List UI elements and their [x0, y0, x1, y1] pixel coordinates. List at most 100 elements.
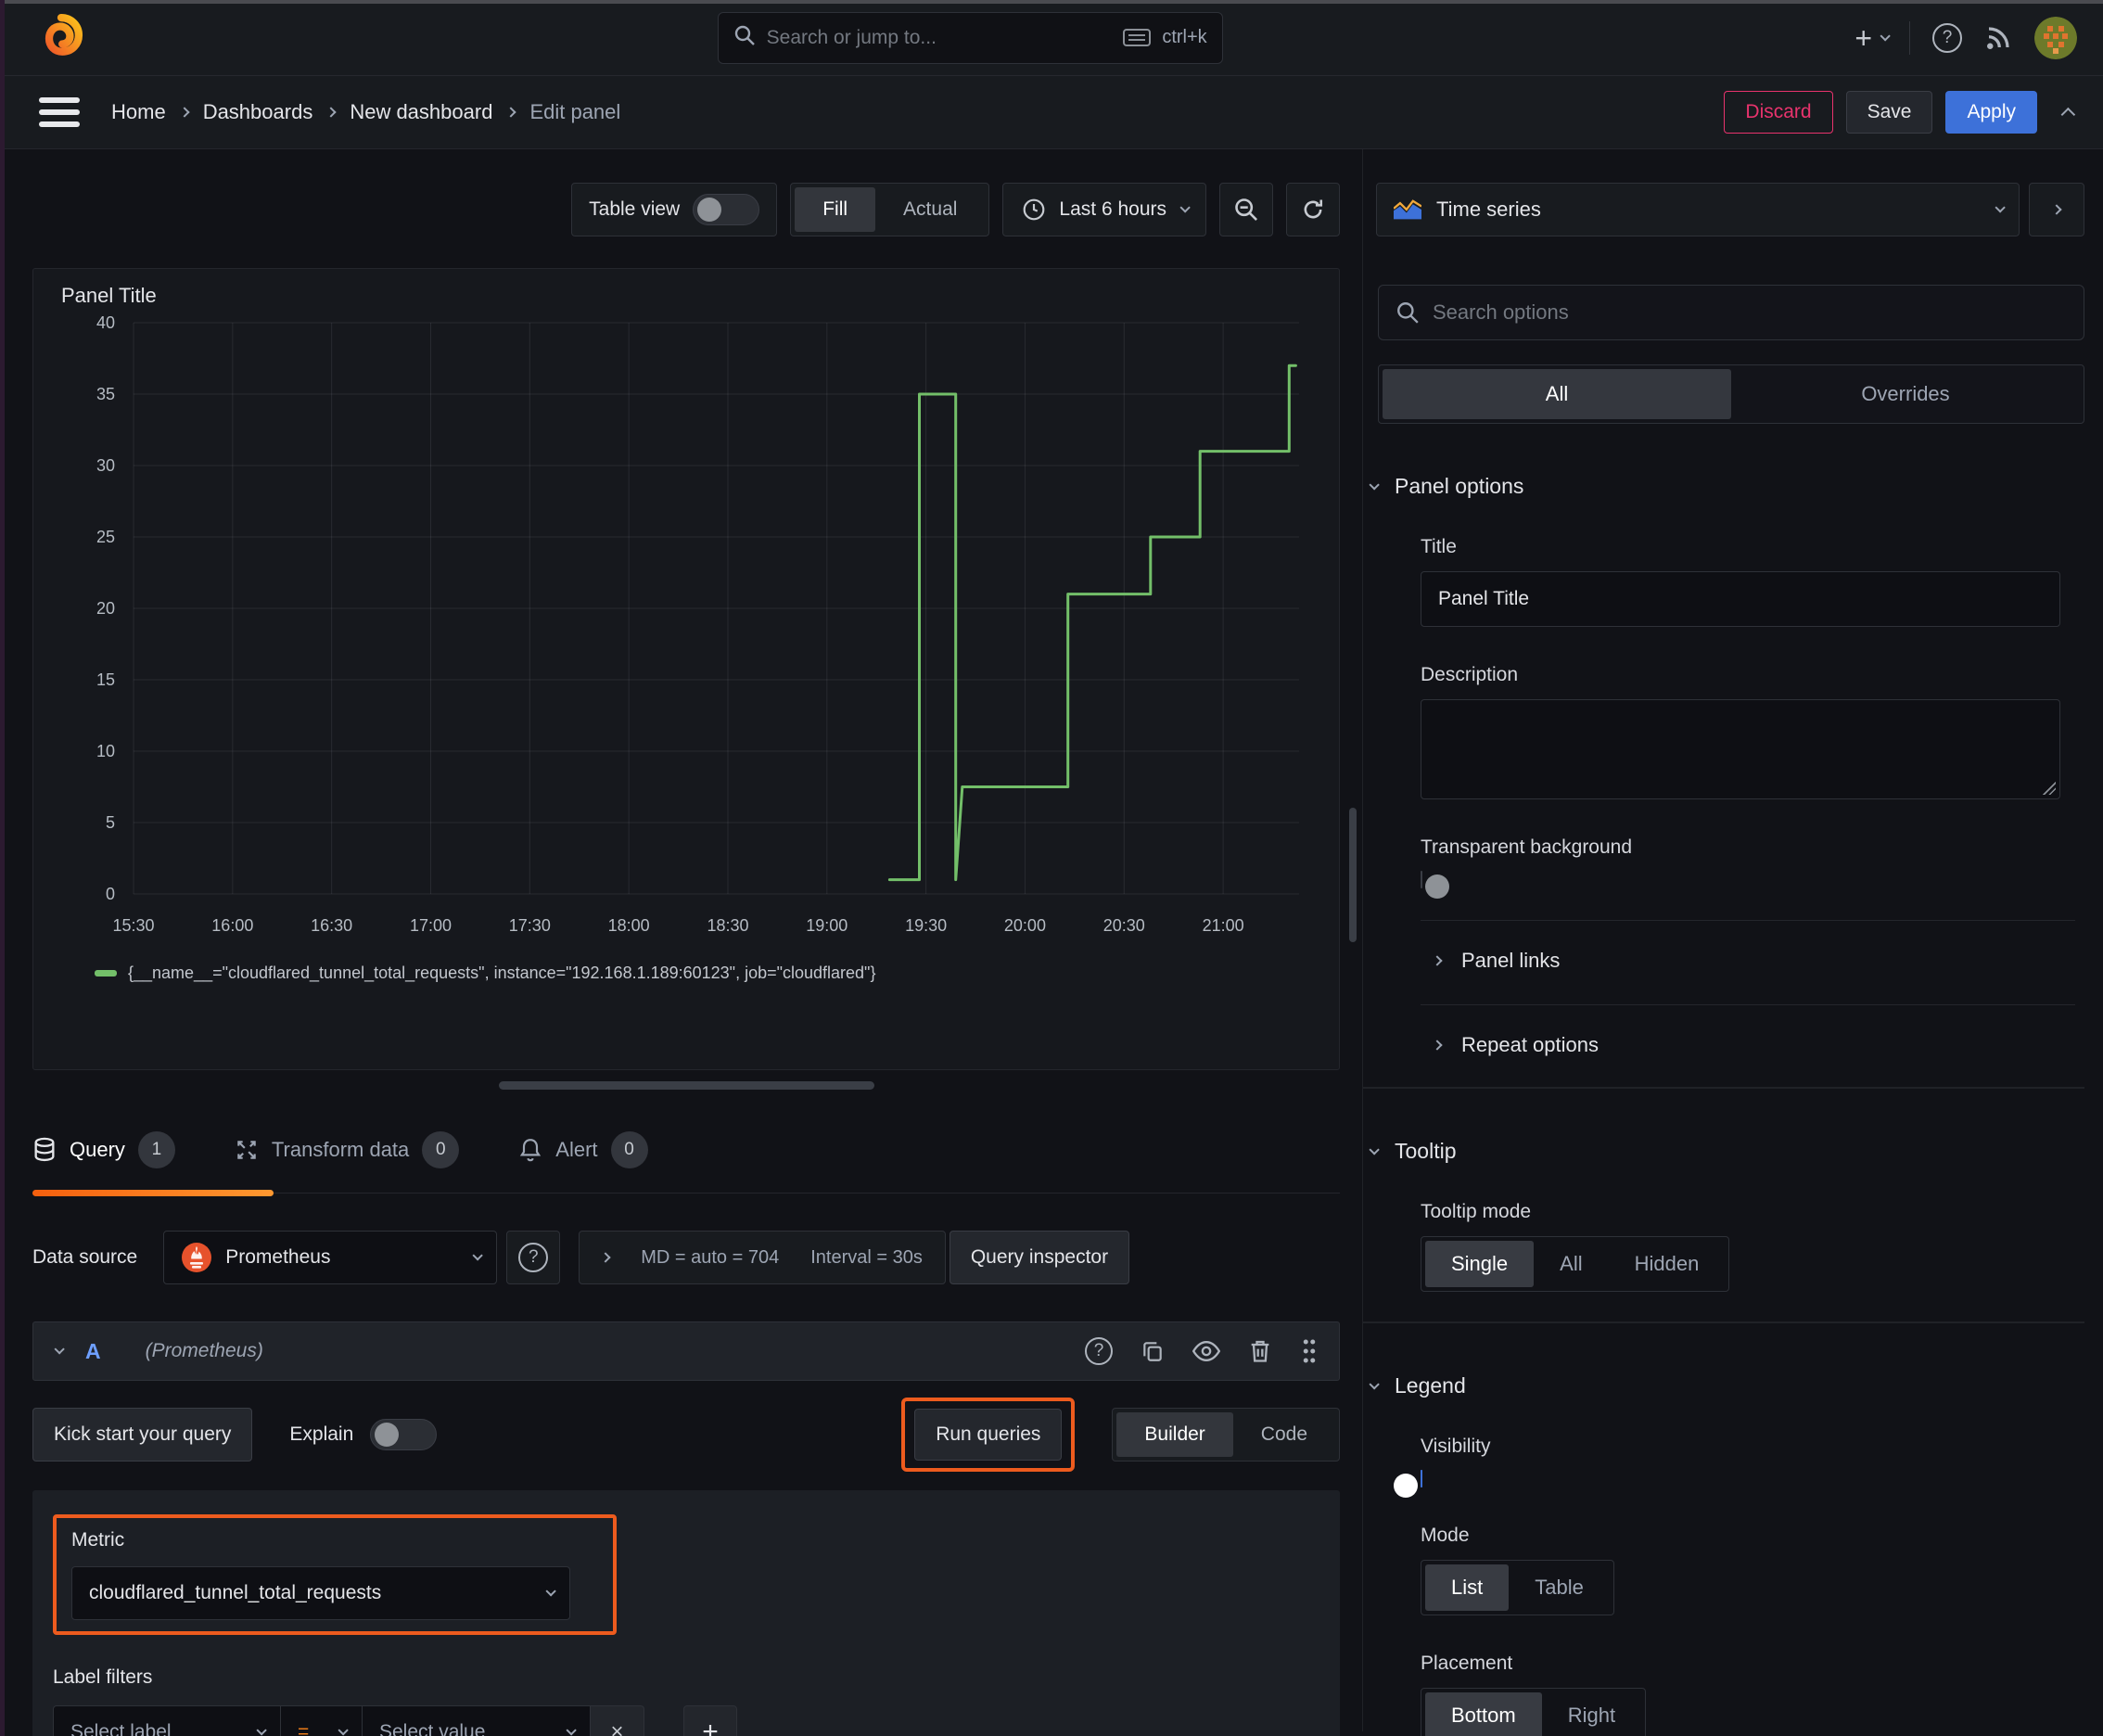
grafana-logo-icon[interactable]: [37, 11, 85, 64]
resize-drag-handle[interactable]: [498, 1081, 874, 1090]
add-new-button[interactable]: +: [1854, 20, 1891, 55]
refresh-button[interactable]: [1286, 183, 1340, 236]
breadcrumb-new-dashboard[interactable]: New dashboard: [350, 100, 492, 124]
svg-text:19:00: 19:00: [806, 916, 848, 935]
prometheus-icon: [182, 1243, 212, 1272]
query-ref-id: A: [85, 1338, 101, 1363]
metric-select[interactable]: cloudflared_tunnel_total_requests: [71, 1566, 570, 1620]
chevron-down-icon: [566, 1725, 577, 1736]
query-row-header[interactable]: A (Prometheus) ?: [32, 1321, 1340, 1381]
collapse-query-icon[interactable]: [54, 1344, 65, 1355]
tooltip-mode-single[interactable]: Single: [1425, 1241, 1535, 1287]
builder-option[interactable]: Builder: [1116, 1412, 1233, 1457]
description-textarea[interactable]: [1421, 699, 2060, 799]
legend-title: Legend: [1395, 1373, 1466, 1398]
tab-overrides[interactable]: Overrides: [1731, 369, 2080, 419]
kick-start-button[interactable]: Kick start your query: [32, 1408, 253, 1462]
chevron-right-icon: [505, 107, 517, 118]
save-button[interactable]: Save: [1845, 91, 1933, 134]
hide-response-icon[interactable]: [1192, 1339, 1220, 1363]
run-queries-highlight: Run queries: [901, 1398, 1076, 1472]
legend-mode-table[interactable]: Table: [1509, 1564, 1610, 1611]
search-options-input[interactable]: Search options: [1378, 285, 2084, 340]
visualization-select[interactable]: Time series: [1376, 183, 2020, 236]
operator-dropdown[interactable]: =: [281, 1705, 363, 1736]
discard-button[interactable]: Discard: [1724, 91, 1833, 134]
apply-button[interactable]: Apply: [1945, 91, 2037, 134]
expand-options-icon[interactable]: [600, 1252, 611, 1263]
select-value-dropdown[interactable]: Select value: [363, 1705, 591, 1736]
zoom-out-button[interactable]: [1219, 183, 1273, 236]
query-inspector-button[interactable]: Query inspector: [949, 1231, 1130, 1284]
tooltip-header[interactable]: Tooltip: [1369, 1139, 2084, 1164]
explain-toggle[interactable]: [370, 1419, 438, 1450]
legend-visibility-toggle[interactable]: [1394, 1470, 1422, 1498]
tooltip-mode-all[interactable]: All: [1534, 1241, 1608, 1287]
panel-links-section[interactable]: Panel links: [1432, 949, 2084, 973]
window-left-edge: [0, 0, 5, 1736]
open-viz-picker-button[interactable]: [2029, 183, 2084, 236]
query-help-icon[interactable]: ?: [1085, 1337, 1113, 1365]
question-icon: ?: [518, 1243, 549, 1272]
add-filter-button[interactable]: +: [683, 1705, 737, 1736]
visibility-label: Visibility: [1421, 1436, 1491, 1457]
legend-mode-label: Mode: [1421, 1525, 1470, 1546]
chevron-right-icon: [179, 107, 190, 118]
edit-panel-main: Table view Fill Actual Last 6 hours Pane…: [0, 149, 1363, 1736]
bell-icon: [520, 1139, 542, 1162]
resize-grip-icon[interactable]: [2043, 782, 2056, 795]
query-builder-body: Metric cloudflared_tunnel_total_requests…: [32, 1490, 1340, 1736]
run-queries-button[interactable]: Run queries: [914, 1409, 1063, 1461]
actual-option[interactable]: Actual: [875, 187, 985, 232]
select-label-dropdown[interactable]: Select label: [53, 1705, 281, 1736]
chevron-down-icon: [1880, 30, 1891, 42]
search-options-placeholder: Search options: [1433, 300, 1569, 324]
fill-option[interactable]: Fill: [795, 187, 876, 232]
breadcrumb-home[interactable]: Home: [111, 100, 166, 124]
refresh-icon: [1304, 199, 1323, 219]
series-label[interactable]: {__name__="cloudflared_tunnel_total_requ…: [128, 964, 875, 983]
drag-handle-icon[interactable]: [1300, 1337, 1319, 1365]
time-series-chart[interactable]: 0 5 10 15 20 25 30 35 40 15:30 16:00 16:30 17:00 17:3…: [52, 308, 1341, 957]
legend-mode-list[interactable]: List: [1425, 1564, 1510, 1611]
tab-all[interactable]: All: [1383, 369, 1731, 419]
menu-toggle-icon[interactable]: [39, 94, 82, 131]
global-search-input[interactable]: Search or jump to... ctrl+k: [717, 11, 1223, 64]
user-avatar[interactable]: [2034, 16, 2077, 59]
datasource-help-button[interactable]: ?: [506, 1231, 561, 1284]
panel-title-input[interactable]: Panel Title: [1421, 571, 2060, 627]
svg-text:16:30: 16:30: [311, 916, 352, 935]
remove-filter-button[interactable]: ×: [591, 1705, 644, 1736]
datasource-select[interactable]: Prometheus: [163, 1231, 498, 1284]
svg-text:21:00: 21:00: [1203, 916, 1244, 935]
code-option[interactable]: Code: [1233, 1412, 1335, 1457]
news-button[interactable]: [1984, 24, 2012, 52]
delete-query-icon[interactable]: [1248, 1338, 1272, 1364]
window-top-edge: [0, 0, 2103, 4]
plus-icon: +: [1854, 20, 1872, 55]
table-view-toggle[interactable]: [693, 194, 760, 225]
panel-options-header[interactable]: Panel options: [1369, 474, 2084, 499]
transparent-background-toggle[interactable]: [1421, 871, 1449, 899]
tooltip-mode-hidden[interactable]: Hidden: [1609, 1241, 1726, 1287]
operator-value: =: [298, 1721, 310, 1736]
time-range-picker[interactable]: Last 6 hours: [1002, 183, 1206, 236]
chevron-down-icon: [256, 1725, 267, 1736]
tab-alert[interactable]: Alert 0: [518, 1131, 648, 1193]
tab-transform-data[interactable]: Transform data 0: [235, 1131, 460, 1193]
legend-placement-bottom[interactable]: Bottom: [1425, 1692, 1542, 1736]
chevron-down-icon: [338, 1725, 349, 1736]
tab-query[interactable]: Query 1: [32, 1131, 175, 1193]
legend-placement-right[interactable]: Right: [1542, 1692, 1641, 1736]
chart-legend: {__name__="cloudflared_tunnel_total_requ…: [52, 964, 1320, 983]
svg-text:19:30: 19:30: [905, 916, 947, 935]
breadcrumb-dashboards[interactable]: Dashboards: [203, 100, 313, 124]
repeat-options-section[interactable]: Repeat options: [1432, 1033, 2084, 1057]
legend-header[interactable]: Legend: [1369, 1373, 2084, 1398]
query-options-bar: MD = auto = 704 Interval = 30s: [579, 1231, 946, 1284]
duplicate-query-icon[interactable]: [1141, 1339, 1165, 1363]
scrollbar-thumb[interactable]: [1349, 808, 1357, 942]
help-button[interactable]: ?: [1932, 22, 1962, 53]
collapse-header-icon[interactable]: [2060, 107, 2076, 121]
search-icon: [1397, 302, 1419, 324]
